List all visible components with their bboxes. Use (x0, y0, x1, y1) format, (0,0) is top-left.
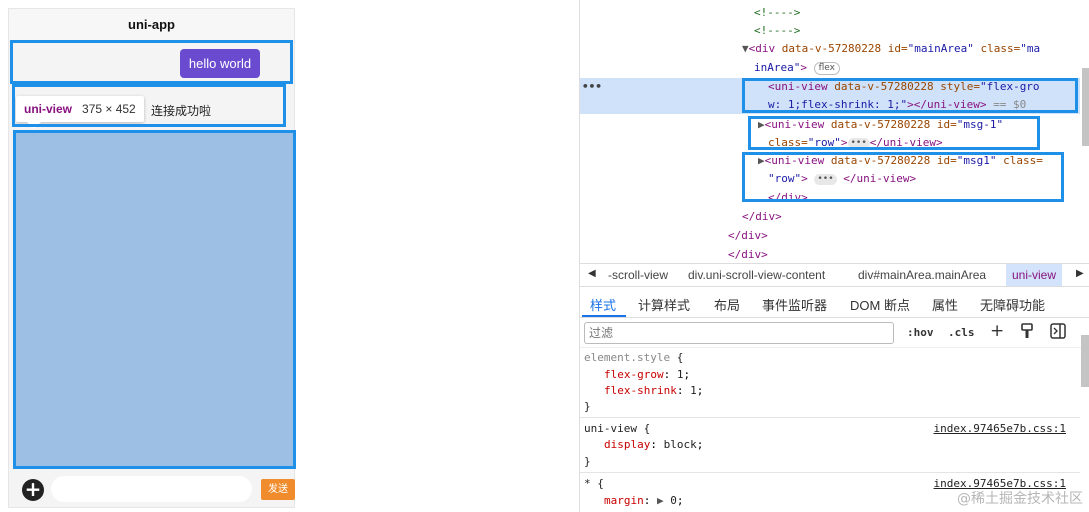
screen-root: uni-app hello world 连接成功啦 uni-view 375 ×… (0, 0, 1089, 512)
rule-close-brace: } (584, 400, 591, 413)
add-icon[interactable]: + (22, 479, 44, 501)
breadcrumb: ◀ -scroll-view div.uni-scroll-view-conte… (580, 263, 1089, 287)
dom-node-mainarea[interactable]: ▼<div data-v-57280228 id="mainArea" clas… (742, 40, 1040, 58)
styles-filter-input[interactable] (584, 322, 894, 344)
style-property[interactable]: margin: ▶ 0; (604, 493, 684, 509)
style-property[interactable]: flex-shrink: 1; (604, 383, 703, 399)
styles-tabs: 样式 计算样式 布局 事件监听器 DOM 断点 属性 无障碍功能 (580, 288, 1089, 318)
annotation-box-selected-node (742, 78, 1078, 113)
dom-close-tag[interactable]: </div> (742, 208, 782, 226)
breadcrumb-left-icon[interactable]: ◀ (588, 268, 596, 279)
message-input[interactable] (51, 476, 252, 502)
rule-separator (580, 417, 1080, 418)
elements-scrollbar[interactable] (1082, 68, 1089, 146)
send-button[interactable]: 发送 (261, 479, 295, 500)
style-rule-uni-view[interactable]: uni-view { (584, 421, 650, 437)
rule-separator (580, 472, 1080, 473)
breadcrumb-item[interactable]: div.uni-scroll-view-content (688, 268, 825, 282)
active-tab-underline (582, 315, 626, 317)
flex-badge[interactable]: flex (813, 61, 840, 75)
dom-close-tag[interactable]: </div> (728, 246, 768, 262)
hov-toggle[interactable]: :hov (907, 326, 934, 339)
new-rule-icon[interactable]: + (990, 321, 1004, 341)
breadcrumb-item-active[interactable]: uni-view (1006, 264, 1063, 286)
stylesheet-link[interactable]: index.97465e7b.css:1 (934, 421, 1066, 437)
style-rule-element[interactable]: element.style { (584, 350, 683, 366)
tab-styles[interactable]: 样式 (590, 295, 616, 314)
breadcrumb-item[interactable]: -scroll-view (608, 268, 668, 282)
phone-preview: uni-app hello world 连接成功啦 uni-view 375 ×… (8, 8, 296, 509)
annotation-box-msg-1-node (748, 116, 1040, 150)
styles-scrollbar[interactable] (1081, 335, 1089, 387)
annotation-box-main (13, 130, 296, 469)
input-bar: + 发送 (9, 471, 295, 509)
annotation-box-message (12, 84, 286, 127)
tab-properties[interactable]: 属性 (932, 295, 958, 314)
dom-node-mainarea-cont[interactable]: inArea"> flex (754, 59, 840, 77)
filter-toolbar: :hov .cls + (580, 318, 1089, 348)
breadcrumb-item[interactable]: div#mainArea.mainArea (858, 268, 986, 282)
devtools-panel: <!----> <!----> ▼<div data-v-57280228 id… (579, 0, 1089, 512)
annotation-box-header (10, 40, 293, 84)
breadcrumb-right-icon[interactable]: ▶ (1076, 268, 1084, 279)
rule-close-brace: } (584, 455, 591, 468)
expand-triangle-icon[interactable]: ▶ (657, 494, 664, 507)
more-options-icon[interactable]: ••• (582, 78, 602, 96)
tab-event-listeners[interactable]: 事件监听器 (762, 295, 827, 314)
tab-accessibility[interactable]: 无障碍功能 (980, 295, 1045, 314)
tab-dom-breakpoints[interactable]: DOM 断点 (850, 295, 910, 314)
cls-toggle[interactable]: .cls (948, 326, 975, 339)
tab-layout[interactable]: 布局 (714, 295, 740, 314)
watermark: @稀土掘金技术社区 (957, 491, 1083, 507)
style-property[interactable]: flex-grow: 1; (604, 367, 690, 383)
annotation-box-msg1-node (742, 152, 1064, 202)
style-rule-universal[interactable]: * { (584, 476, 604, 492)
dom-comment[interactable]: <!----> (754, 22, 800, 40)
dom-close-tag[interactable]: </div> (728, 227, 768, 245)
expand-triangle-icon[interactable]: ▼ (742, 42, 749, 55)
dom-comment[interactable]: <!----> (754, 4, 800, 22)
tab-computed[interactable]: 计算样式 (638, 295, 690, 314)
style-property[interactable]: display: block; (604, 437, 703, 453)
sidebar-toggle-icon[interactable] (1050, 323, 1066, 343)
paint-brush-icon[interactable] (1020, 323, 1034, 343)
app-title: uni-app (9, 9, 294, 41)
elements-tree: <!----> <!----> ▼<div data-v-57280228 id… (580, 0, 1089, 262)
